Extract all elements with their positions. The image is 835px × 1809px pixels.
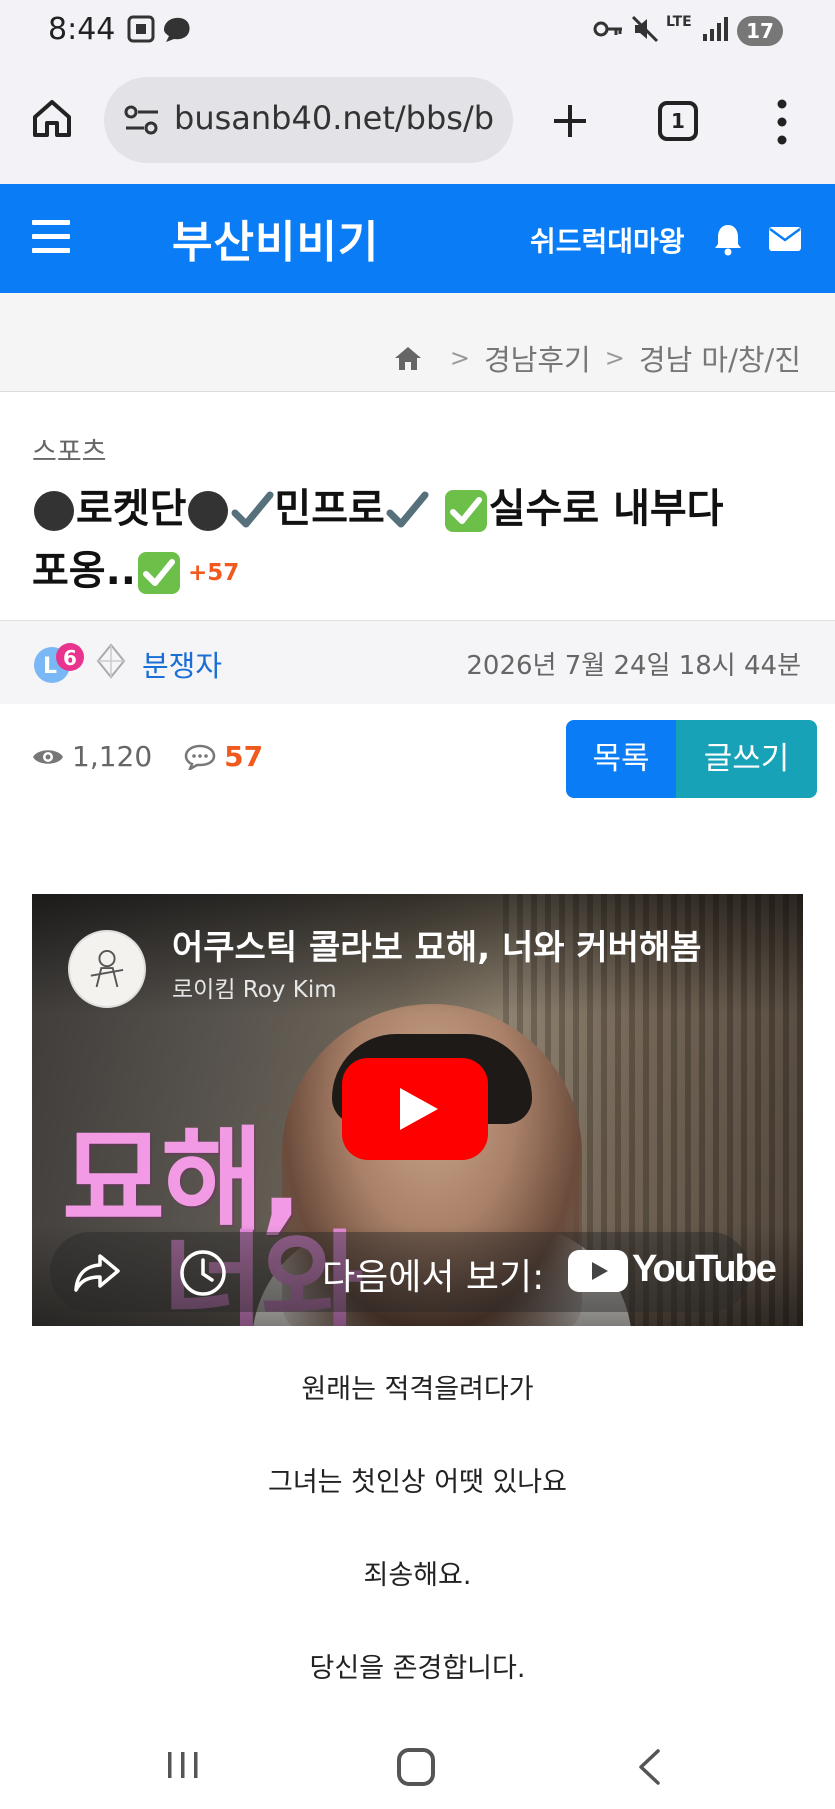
more-menu-icon[interactable] [772, 98, 792, 146]
watch-on-label[interactable]: 다음에서 보기: [322, 1248, 544, 1300]
svg-text:L: L [43, 654, 57, 679]
post-stats: 1,120 57 [32, 740, 263, 773]
status-time: 8:44 [48, 12, 116, 47]
author-row: L 6 분쟁자 2026년 7월 24일 18시 44분 [0, 620, 835, 704]
body-text-line: 당신을 존경합니다. [309, 1653, 526, 1684]
post-title-part: 로켓단 [76, 486, 187, 532]
screenshot-icon [127, 15, 155, 43]
body-text-line: 그녀는 첫인상 어땟 있나요 [268, 1467, 567, 1498]
breadcrumb: > 경남후기 > 경남 마/창/진 [0, 293, 835, 392]
post-title-part: 민프로 [274, 486, 385, 532]
green-check-box-icon [138, 552, 180, 594]
home-icon[interactable] [30, 96, 74, 140]
green-check-box-icon [444, 490, 487, 532]
svg-text:6: 6 [63, 646, 77, 670]
breadcrumb-separator: > [604, 344, 625, 372]
comment-count-badge: +57 [188, 560, 240, 586]
play-button-icon[interactable] [342, 1058, 488, 1160]
address-bar[interactable]: busanb40.net/bbs/b [104, 77, 513, 163]
key-icon [593, 21, 622, 37]
new-tab-icon[interactable] [548, 99, 592, 143]
share-icon[interactable] [72, 1250, 122, 1294]
check-mark-icon [231, 491, 274, 528]
recent-apps-icon[interactable] [166, 1750, 200, 1780]
black-circle-icon [34, 491, 74, 531]
browser-toolbar: busanb40.net/bbs/b 1 [0, 66, 835, 184]
signal-icon [703, 17, 728, 41]
post-title-part: 포옹.. [32, 548, 136, 594]
site-header: 부산비비기 쉬드럭대마왕 [0, 184, 835, 293]
view-count: 1,120 [72, 740, 153, 773]
check-mark-icon [386, 491, 429, 528]
breadcrumb-item-review[interactable]: 경남후기 [484, 337, 591, 379]
reply-count: 57 [224, 740, 264, 773]
site-settings-icon[interactable] [122, 103, 162, 137]
youtube-embed[interactable]: 묘해, 너와 어쿠스틱 콜라보 묘해, 너와 커버해봄 로이킴 Roy Kim … [32, 894, 803, 1326]
body-text-line: 죄송해요. [363, 1560, 472, 1591]
messenger-icon [164, 17, 190, 42]
breadcrumb-separator: > [449, 344, 470, 372]
comment-icon [184, 744, 216, 770]
write-button[interactable]: 글쓰기 [676, 720, 817, 798]
post-title: 로켓단 민프로 실수로 내부다포옹.. +57 [32, 478, 802, 604]
channel-avatar[interactable] [68, 930, 146, 1008]
post-action-buttons: 목록 글쓰기 [566, 720, 817, 798]
system-home-button[interactable] [397, 1748, 435, 1786]
post-date: 2026년 7월 24일 18시 44분 [466, 651, 801, 681]
post-title-part: 실수로 내부다 [488, 486, 724, 532]
mail-icon[interactable] [768, 226, 802, 252]
back-icon[interactable] [636, 1748, 662, 1786]
breadcrumb-home-icon[interactable] [394, 345, 422, 371]
system-nav-bar [0, 1710, 835, 1809]
eye-icon [33, 749, 63, 764]
youtube-wordmark[interactable]: YouTube [632, 1248, 777, 1291]
breadcrumb-item-region[interactable]: 경남 마/창/진 [639, 337, 801, 379]
author-name[interactable]: 분쟁자 [142, 643, 222, 685]
hamburger-menu-icon[interactable] [32, 220, 70, 254]
username[interactable]: 쉬드럭대마왕 [530, 220, 685, 260]
post-category[interactable]: 스포츠 [32, 430, 107, 469]
network-type: LTE [666, 14, 692, 30]
rank-diamond-icon [96, 643, 126, 679]
body-text-line: 원래는 적격을려다가 [301, 1374, 534, 1405]
site-title[interactable]: 부산비비기 [172, 206, 379, 270]
mute-icon [631, 15, 659, 43]
notification-bell-icon[interactable] [712, 222, 744, 256]
list-button[interactable]: 목록 [566, 720, 676, 798]
status-bar: 8:44 LTE 17 [0, 0, 835, 66]
black-circle-icon [188, 491, 229, 531]
level-badge-icon: L 6 [34, 643, 84, 683]
video-title[interactable]: 어쿠스틱 콜라보 묘해, 너와 커버해봄 [172, 920, 701, 969]
tab-switcher-button[interactable]: 1 [658, 101, 698, 141]
battery-indicator: 17 [737, 16, 783, 46]
watch-later-icon[interactable] [178, 1248, 228, 1298]
youtube-logo-icon[interactable] [568, 1250, 628, 1292]
url-text[interactable]: busanb40.net/bbs/b [174, 99, 494, 137]
video-channel[interactable]: 로이킴 Roy Kim [172, 970, 337, 1004]
